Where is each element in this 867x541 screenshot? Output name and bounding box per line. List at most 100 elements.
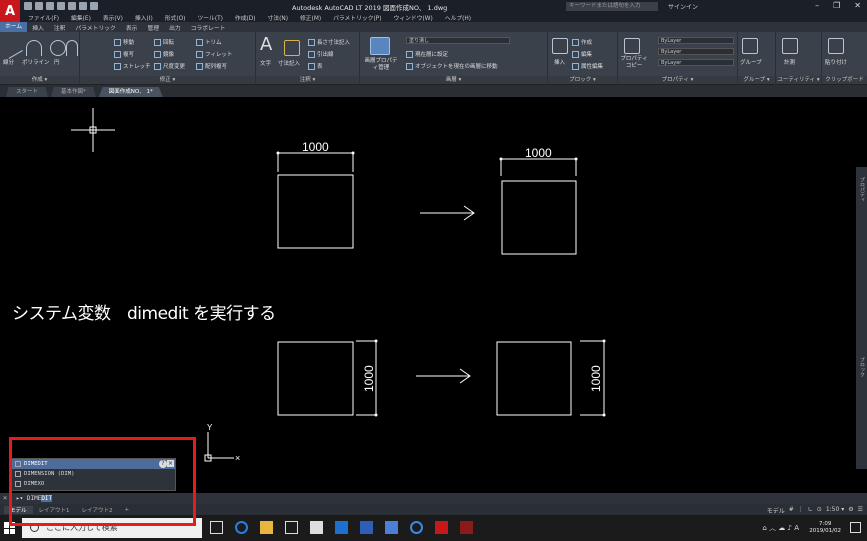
palette-properties-label[interactable]: プロパティ <box>857 177 866 202</box>
menu-tools[interactable]: ツール(T) <box>197 13 222 22</box>
mirror-tool[interactable]: 鏡像 <box>154 50 174 58</box>
properties-panel-title[interactable]: プロパティ ▾ <box>618 76 737 84</box>
tab-layout2[interactable]: レイアウト2 <box>76 506 119 514</box>
circle-tool-label[interactable]: 円 <box>54 58 60 66</box>
tray-people-icon[interactable]: ⌂ <box>762 524 766 532</box>
new-file-icon[interactable] <box>24 2 32 10</box>
tab-parametric[interactable]: パラメトリック <box>70 23 120 32</box>
autocomplete-item-dimexo[interactable]: DIMEXO <box>12 479 175 489</box>
windows-start-icon[interactable] <box>4 522 16 534</box>
trim-tool[interactable]: トリム <box>196 38 222 46</box>
measure-tool-label[interactable]: 計測 <box>784 58 795 66</box>
fillet-tool[interactable]: フィレット <box>196 50 232 58</box>
model-space-button[interactable]: モデル <box>767 506 785 515</box>
dimension-tool-label[interactable]: 寸法記入 <box>278 59 300 67</box>
add-layout-button[interactable]: + <box>119 507 136 513</box>
menu-modify[interactable]: 修正(M) <box>300 13 321 22</box>
square-bottom-right[interactable] <box>496 341 572 416</box>
clipboard-panel-title[interactable]: クリップボード <box>822 76 867 84</box>
color-dropdown[interactable]: ByLayer <box>658 37 734 44</box>
square-top-left[interactable] <box>277 174 354 249</box>
line-icon[interactable] <box>1 37 23 59</box>
polyline-tool-label[interactable]: ポリライン <box>22 58 50 66</box>
dimension-text-top-left[interactable]: 1000 <box>302 140 329 154</box>
taskbar-clock[interactable]: 7:09 2019/01/02 <box>809 521 841 535</box>
match-properties-icon[interactable] <box>624 38 640 54</box>
polyline-icon[interactable] <box>26 40 42 56</box>
lineweight-dropdown[interactable]: ByLayer <box>658 59 734 66</box>
move-to-layer-tool[interactable]: オブジェクトを現在の画層に移動 <box>406 62 498 70</box>
leader-tool[interactable]: 引出線 <box>308 50 334 58</box>
linear-dim-tool[interactable]: 長さ寸法記入 <box>308 38 350 46</box>
autocomplete-item-dimension[interactable]: DIMENSION (DIM) <box>12 469 175 479</box>
layer-panel-title[interactable]: 画層 ▾ <box>360 76 547 84</box>
tab-output[interactable]: 出力 <box>164 23 186 32</box>
arc-icon[interactable] <box>66 40 78 56</box>
command-close-icon[interactable]: × <box>3 493 7 504</box>
insert-block-icon[interactable] <box>552 38 568 54</box>
tray-cloud-icon[interactable]: ☁ <box>778 524 785 532</box>
autocad-taskbar-icon[interactable] <box>435 521 448 534</box>
maximize-button[interactable]: ❐ <box>833 1 840 10</box>
tab-manage[interactable]: 管理 <box>142 23 164 32</box>
annotation-panel-title[interactable]: 注釈 ▾ <box>256 76 359 84</box>
tab-model[interactable]: モデル <box>4 505 33 514</box>
block-panel-title[interactable]: ブロック ▾ <box>548 76 617 84</box>
menu-edit[interactable]: 編集(E) <box>71 13 91 22</box>
table-tool[interactable]: 表 <box>308 62 323 70</box>
palette-block-label[interactable]: ブロック <box>857 357 866 377</box>
group-tool-label[interactable]: グループ <box>740 58 762 66</box>
set-current-layer-tool[interactable]: 現在層に設定 <box>406 50 448 58</box>
edit-attribute-tool[interactable]: 属性編集 <box>572 62 603 70</box>
recorder-taskbar-icon[interactable] <box>460 521 473 534</box>
command-prompt-icon[interactable]: ▸▾ <box>16 495 23 502</box>
grid-icon[interactable]: # <box>789 506 794 515</box>
menu-window[interactable]: ウィンドウ(W) <box>394 13 433 22</box>
layer-dropdown[interactable]: 塗り潰し <box>406 37 510 44</box>
open-file-icon[interactable] <box>35 2 43 10</box>
help-search-input[interactable]: キーワードまたは語句を入力 <box>566 2 658 11</box>
annotation-scale[interactable]: 1:50 ▾ <box>826 506 844 515</box>
mail-icon[interactable] <box>285 521 298 534</box>
text-tool-label[interactable]: 文字 <box>260 59 271 67</box>
linetype-dropdown[interactable]: ByLayer <box>658 48 734 55</box>
menu-dimension[interactable]: 寸法(N) <box>268 13 288 22</box>
file-tab-basic[interactable]: 基本作図* <box>51 87 96 97</box>
polar-icon[interactable]: ⊙ <box>817 506 822 515</box>
insert-block-label[interactable]: 挿入 <box>554 58 565 66</box>
autocad-logo-icon[interactable]: A <box>0 0 20 22</box>
customize-icon[interactable]: ☰ <box>858 506 863 515</box>
dimension-text-bottom-left[interactable]: 1000 <box>362 365 376 392</box>
close-icon[interactable]: × <box>167 460 174 467</box>
app-icon[interactable] <box>385 521 398 534</box>
tab-home[interactable]: ホーム <box>0 22 28 32</box>
menu-format[interactable]: 形式(O) <box>165 13 186 22</box>
autocomplete-item-dimedit[interactable]: DIMEDIT <box>12 459 175 469</box>
dimension-text-top-right[interactable]: 1000 <box>525 146 552 160</box>
tab-insert[interactable]: 挿入 <box>27 23 49 32</box>
rotate-tool[interactable]: 回転 <box>154 38 174 46</box>
menu-help[interactable]: ヘルプ(H) <box>445 13 471 22</box>
file-explorer-icon[interactable] <box>260 521 273 534</box>
snap-icon[interactable]: ⋮ <box>798 506 804 515</box>
tab-layout1[interactable]: レイアウト1 <box>33 506 76 514</box>
signin-button[interactable]: サインイン <box>668 2 698 11</box>
scale-tool[interactable]: 尺度変更 <box>154 62 185 70</box>
match-properties-label[interactable]: プロパティコピー <box>620 56 648 70</box>
tray-volume-icon[interactable]: ♪ <box>788 524 792 532</box>
help-icon[interactable]: ? <box>159 460 167 468</box>
save-as-icon[interactable] <box>57 2 65 10</box>
utility-panel-title[interactable]: ユーティリティ ▾ <box>776 76 821 84</box>
store-icon[interactable] <box>310 521 323 534</box>
stretch-tool[interactable]: ストレッチ <box>114 62 151 70</box>
people-icon[interactable] <box>360 521 373 534</box>
close-button[interactable]: ✕ <box>854 1 861 10</box>
tool-palette-strip[interactable]: プロパティ ブロック <box>856 167 867 469</box>
edit-block-tool[interactable]: 編集 <box>572 50 592 58</box>
group-panel-title[interactable]: グループ ▾ <box>738 76 775 84</box>
drawing-canvas[interactable]: 1000 1000 1000 1000 Y × プロパティ ブロック <box>0 97 867 475</box>
menu-insert[interactable]: 挿入(I) <box>135 13 153 22</box>
file-tab-start[interactable]: スタート <box>6 87 49 97</box>
undo-icon[interactable] <box>79 2 87 10</box>
square-top-right[interactable] <box>501 180 577 255</box>
